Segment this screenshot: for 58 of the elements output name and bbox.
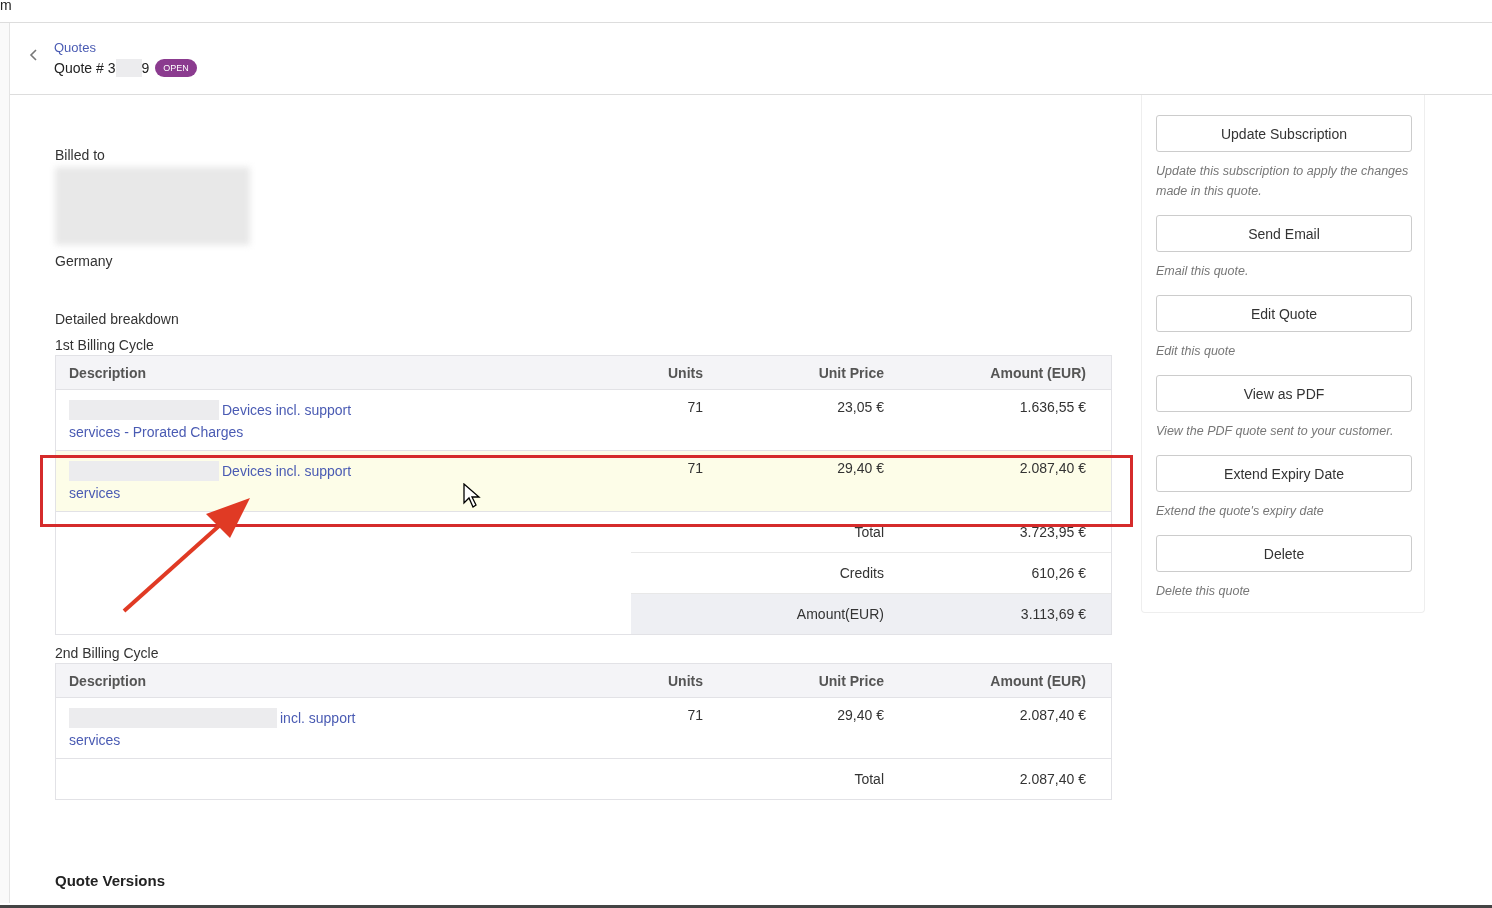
- summary-label: Total: [853, 524, 884, 540]
- action-button[interactable]: Extend Expiry Date: [1156, 455, 1412, 492]
- item-link[interactable]: incl. support: [280, 707, 356, 729]
- column-header: Description: [68, 672, 147, 689]
- action-button[interactable]: Update Subscription: [1156, 115, 1412, 152]
- table-row[interactable]: Devices incl. support services 71 29,40 € 2.087,40 €: [56, 451, 1111, 512]
- action-button[interactable]: View as PDF: [1156, 375, 1412, 412]
- table-cell-text: 71: [686, 460, 703, 476]
- table-row[interactable]: incl. support services 71 29,40 € 2.087,40 €: [56, 698, 1111, 759]
- action-hint: Edit this quote: [1156, 343, 1237, 360]
- summary-value: 610,26 €: [1030, 565, 1087, 581]
- action-hint: Extend the quote's expiry date: [1156, 503, 1325, 520]
- section-label: Billed to: [55, 147, 106, 163]
- item-link[interactable]: Devices incl. support: [222, 399, 352, 421]
- action-hint: Email this quote.: [1156, 263, 1250, 280]
- summary-value: 3.723,95 €: [1018, 524, 1087, 540]
- action-hint: Delete this quote: [1156, 583, 1251, 600]
- summary-value: 3.113,69 €: [1019, 606, 1087, 622]
- summary-label: Amount(EUR): [795, 606, 884, 622]
- item-link[interactable]: services: [69, 482, 121, 504]
- column-header: Units: [667, 672, 703, 689]
- action-hint: View the PDF quote sent to your customer.: [1156, 423, 1395, 440]
- action-button[interactable]: Send Email: [1156, 215, 1412, 252]
- table-cell-text: 71: [686, 707, 703, 723]
- quote-title: 9: [141, 60, 150, 76]
- action-hint: Update this subscription to apply the changes made in this quote.: [1156, 163, 1410, 200]
- cursor-icon: [463, 483, 481, 509]
- action-button[interactable]: Delete: [1156, 535, 1412, 572]
- summary-label: Credits: [838, 565, 884, 581]
- section-title: Detailed breakdown: [55, 311, 180, 327]
- column-header: Amount (EUR): [989, 364, 1087, 381]
- column-header: Units: [667, 364, 703, 381]
- cycle-title: 1st Billing Cycle: [55, 337, 155, 353]
- action-button[interactable]: Edit Quote: [1156, 295, 1412, 332]
- window-title: m: [0, 0, 12, 13]
- table-cell-text: 29,40 €: [836, 460, 884, 476]
- table-cell-text: 2.087,40 €: [1018, 460, 1087, 476]
- cycle-title: 2nd Billing Cycle: [55, 645, 160, 661]
- item-link[interactable]: Devices incl. support: [222, 460, 352, 482]
- item-link[interactable]: services: [69, 729, 121, 751]
- column-header: Unit Price: [817, 364, 884, 381]
- table-cell-text: 23,05 €: [836, 399, 884, 415]
- table-cell-text: 2.087,40 €: [1018, 707, 1087, 723]
- table-cell-text: 1.636,55 €: [1018, 399, 1087, 415]
- back-icon[interactable]: [28, 47, 38, 62]
- address-text: Germany: [55, 253, 114, 269]
- breadcrumb-link[interactable]: Quotes: [54, 40, 197, 55]
- status-badge: OPEN: [155, 59, 197, 77]
- column-header: Description: [68, 364, 147, 381]
- item-link[interactable]: services - Prorated Charges: [69, 421, 244, 443]
- summary-label: Total: [853, 771, 884, 787]
- column-header: Unit Price: [817, 672, 884, 689]
- section-title: Quote Versions: [55, 872, 167, 889]
- column-header: Amount (EUR): [989, 672, 1087, 689]
- table-cell-text: 29,40 €: [836, 707, 884, 723]
- quote-title: Quote # 3: [54, 60, 116, 76]
- summary-value: 2.087,40 €: [1018, 771, 1087, 787]
- table-cell-text: 71: [686, 399, 703, 415]
